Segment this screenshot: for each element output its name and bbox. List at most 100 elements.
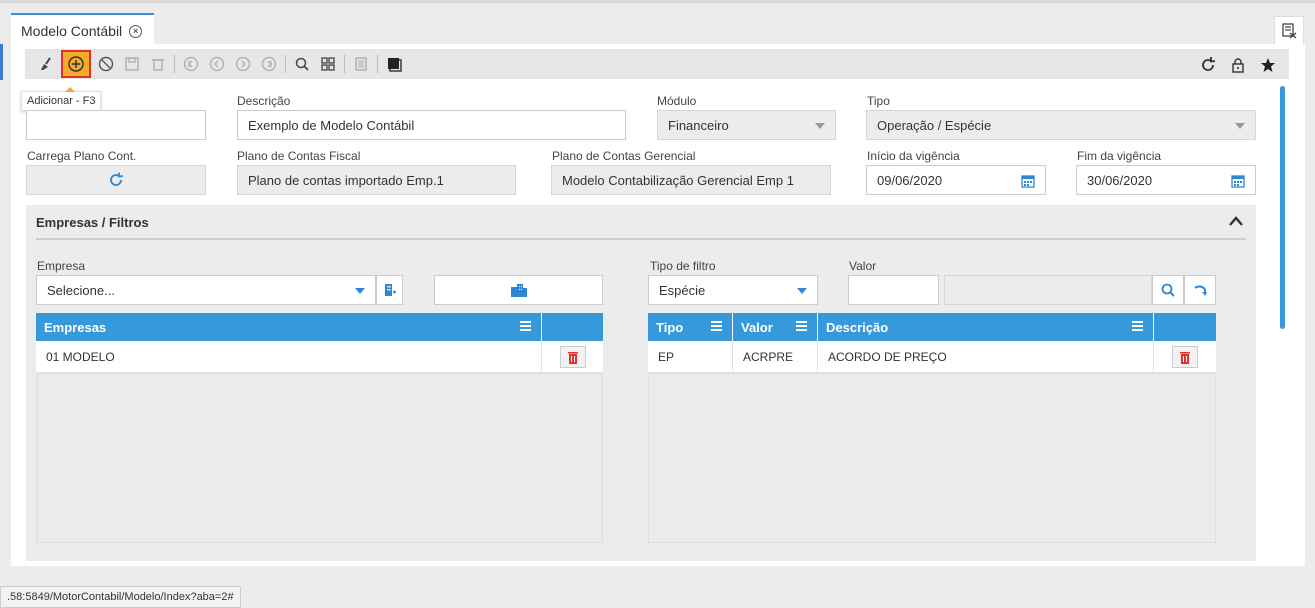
modulo-label: Módulo — [657, 94, 697, 108]
building-plus-icon — [384, 284, 396, 296]
star-icon — [1261, 58, 1275, 72]
vertical-scrollbar[interactable] — [1280, 86, 1285, 329]
search-icon — [295, 57, 309, 71]
cell-descricao: ACORDO DE PREÇO — [818, 341, 1154, 373]
column-header-label: Valor — [741, 319, 773, 335]
empresa-label: Empresa — [37, 259, 86, 273]
column-header-empresas[interactable]: Empresas — [36, 313, 542, 341]
column-header-label: Tipo — [656, 319, 684, 335]
fim-vigencia-input[interactable]: 30/06/2020 — [1076, 165, 1256, 195]
add-filter-button[interactable] — [1184, 275, 1216, 305]
save-button[interactable] — [119, 51, 145, 77]
document-icon — [355, 57, 367, 71]
column-header-label: Descrição — [826, 319, 889, 335]
plano-gerencial-label: Plano de Contas Gerencial — [552, 149, 696, 163]
column-header-actions — [542, 313, 603, 341]
empresas-grid: Empresas 01 MODELO — [36, 313, 603, 543]
clear-button[interactable] — [33, 51, 59, 77]
refresh-button[interactable] — [1195, 52, 1221, 78]
grid-view-button[interactable] — [315, 51, 341, 77]
first-record-button[interactable] — [178, 51, 204, 77]
toolbar-right — [1195, 52, 1281, 78]
chevron-down-icon — [797, 288, 807, 294]
empresa-select[interactable]: Selecione... — [36, 275, 376, 305]
plano-gerencial-input: Modelo Contabilização Gerencial Emp 1 — [551, 165, 831, 195]
favorite-button[interactable] — [1255, 52, 1281, 78]
carrega-plano-button[interactable] — [26, 165, 206, 195]
search-button[interactable] — [289, 51, 315, 77]
add-button[interactable] — [61, 50, 91, 78]
table-row[interactable]: 01 MODELO — [36, 341, 603, 373]
toolbar-separator — [344, 55, 345, 73]
previous-icon — [209, 56, 225, 72]
trash-icon — [1180, 351, 1190, 364]
delete-row-button[interactable] — [1172, 346, 1198, 368]
delete-button[interactable] — [145, 51, 171, 77]
inicio-vigencia-value: 09/06/2020 — [877, 172, 943, 188]
tipo-filtro-select[interactable]: Espécie — [648, 275, 818, 305]
carrega-plano-label: Carrega Plano Cont. — [27, 149, 137, 163]
empresas-select-all-button[interactable] — [434, 275, 603, 305]
column-menu-icon[interactable] — [520, 321, 531, 333]
chevron-down-icon — [355, 288, 365, 294]
column-menu-icon[interactable] — [796, 321, 807, 333]
cell-empresa: 01 MODELO — [36, 341, 542, 373]
lock-icon — [1232, 58, 1244, 73]
next-icon — [235, 56, 251, 72]
forbidden-icon — [98, 56, 114, 72]
cell-valor: ACRPRE — [733, 341, 818, 373]
grid-empty-area — [648, 373, 1216, 543]
lock-button[interactable] — [1225, 52, 1251, 78]
tab-modelo-contabil[interactable]: Modelo Contábil × — [11, 13, 154, 47]
grid-icon — [321, 57, 335, 71]
refresh-icon — [1202, 57, 1216, 71]
column-header-actions — [1154, 313, 1216, 341]
tab-title: Modelo Contábil — [21, 23, 123, 39]
fim-vigencia-label: Fim da vigência — [1077, 149, 1162, 163]
calendar-icon[interactable] — [1021, 174, 1035, 188]
empresa-add-button[interactable] — [376, 275, 403, 305]
column-header-label: Empresas — [44, 319, 107, 335]
cancel-button[interactable] — [93, 51, 119, 77]
valor-input[interactable] — [848, 275, 939, 305]
copy-button[interactable] — [348, 51, 374, 77]
duplicate-button[interactable] — [381, 51, 407, 77]
close-all-tabs-button[interactable] — [1274, 16, 1304, 46]
column-header-tipo[interactable]: Tipo — [648, 313, 733, 341]
tab-bar: Modelo Contábil × — [0, 0, 1315, 47]
grid-empty-area — [36, 373, 603, 543]
column-header-descricao[interactable]: Descrição — [818, 313, 1154, 341]
cell-actions — [1154, 341, 1216, 373]
next-record-button[interactable] — [230, 51, 256, 77]
list-close-icon — [1282, 23, 1297, 39]
empresa-value: Selecione... — [47, 282, 115, 298]
table-row[interactable]: EP ACRPRE ACORDO DE PREÇO — [648, 341, 1216, 373]
chevron-up-icon — [1229, 216, 1243, 226]
refresh-icon — [110, 172, 124, 186]
modulo-select[interactable]: Financeiro — [657, 110, 836, 140]
filtros-grid-header: Tipo Valor Descrição — [648, 313, 1216, 341]
tipo-filtro-label: Tipo de filtro — [650, 259, 716, 273]
column-menu-icon[interactable] — [1132, 321, 1143, 333]
codigo-input[interactable] — [26, 110, 206, 140]
column-menu-icon[interactable] — [711, 321, 722, 333]
previous-record-button[interactable] — [204, 51, 230, 77]
close-tab-icon[interactable]: × — [129, 24, 143, 38]
valor-label: Valor — [849, 259, 877, 273]
delete-row-button[interactable] — [559, 346, 586, 368]
column-header-valor[interactable]: Valor — [733, 313, 818, 341]
descricao-input[interactable]: Exemplo de Modelo Contábil — [237, 110, 626, 140]
broom-icon — [41, 57, 51, 70]
collapse-button[interactable] — [1228, 215, 1244, 230]
trash-icon — [152, 59, 164, 71]
toolbar-separator — [285, 55, 286, 73]
filtros-grid: Tipo Valor Descrição EP ACRPRE ACORDO DE… — [648, 313, 1216, 543]
calendar-icon[interactable] — [1231, 174, 1245, 188]
last-record-button[interactable] — [256, 51, 282, 77]
valor-search-button[interactable] — [1152, 275, 1184, 305]
tipo-select[interactable]: Operação / Espécie — [866, 110, 1256, 140]
save-icon — [125, 57, 139, 71]
redo-arrow-icon — [1194, 285, 1207, 296]
inicio-vigencia-input[interactable]: 09/06/2020 — [866, 165, 1046, 195]
plus-circle-icon — [68, 56, 84, 72]
